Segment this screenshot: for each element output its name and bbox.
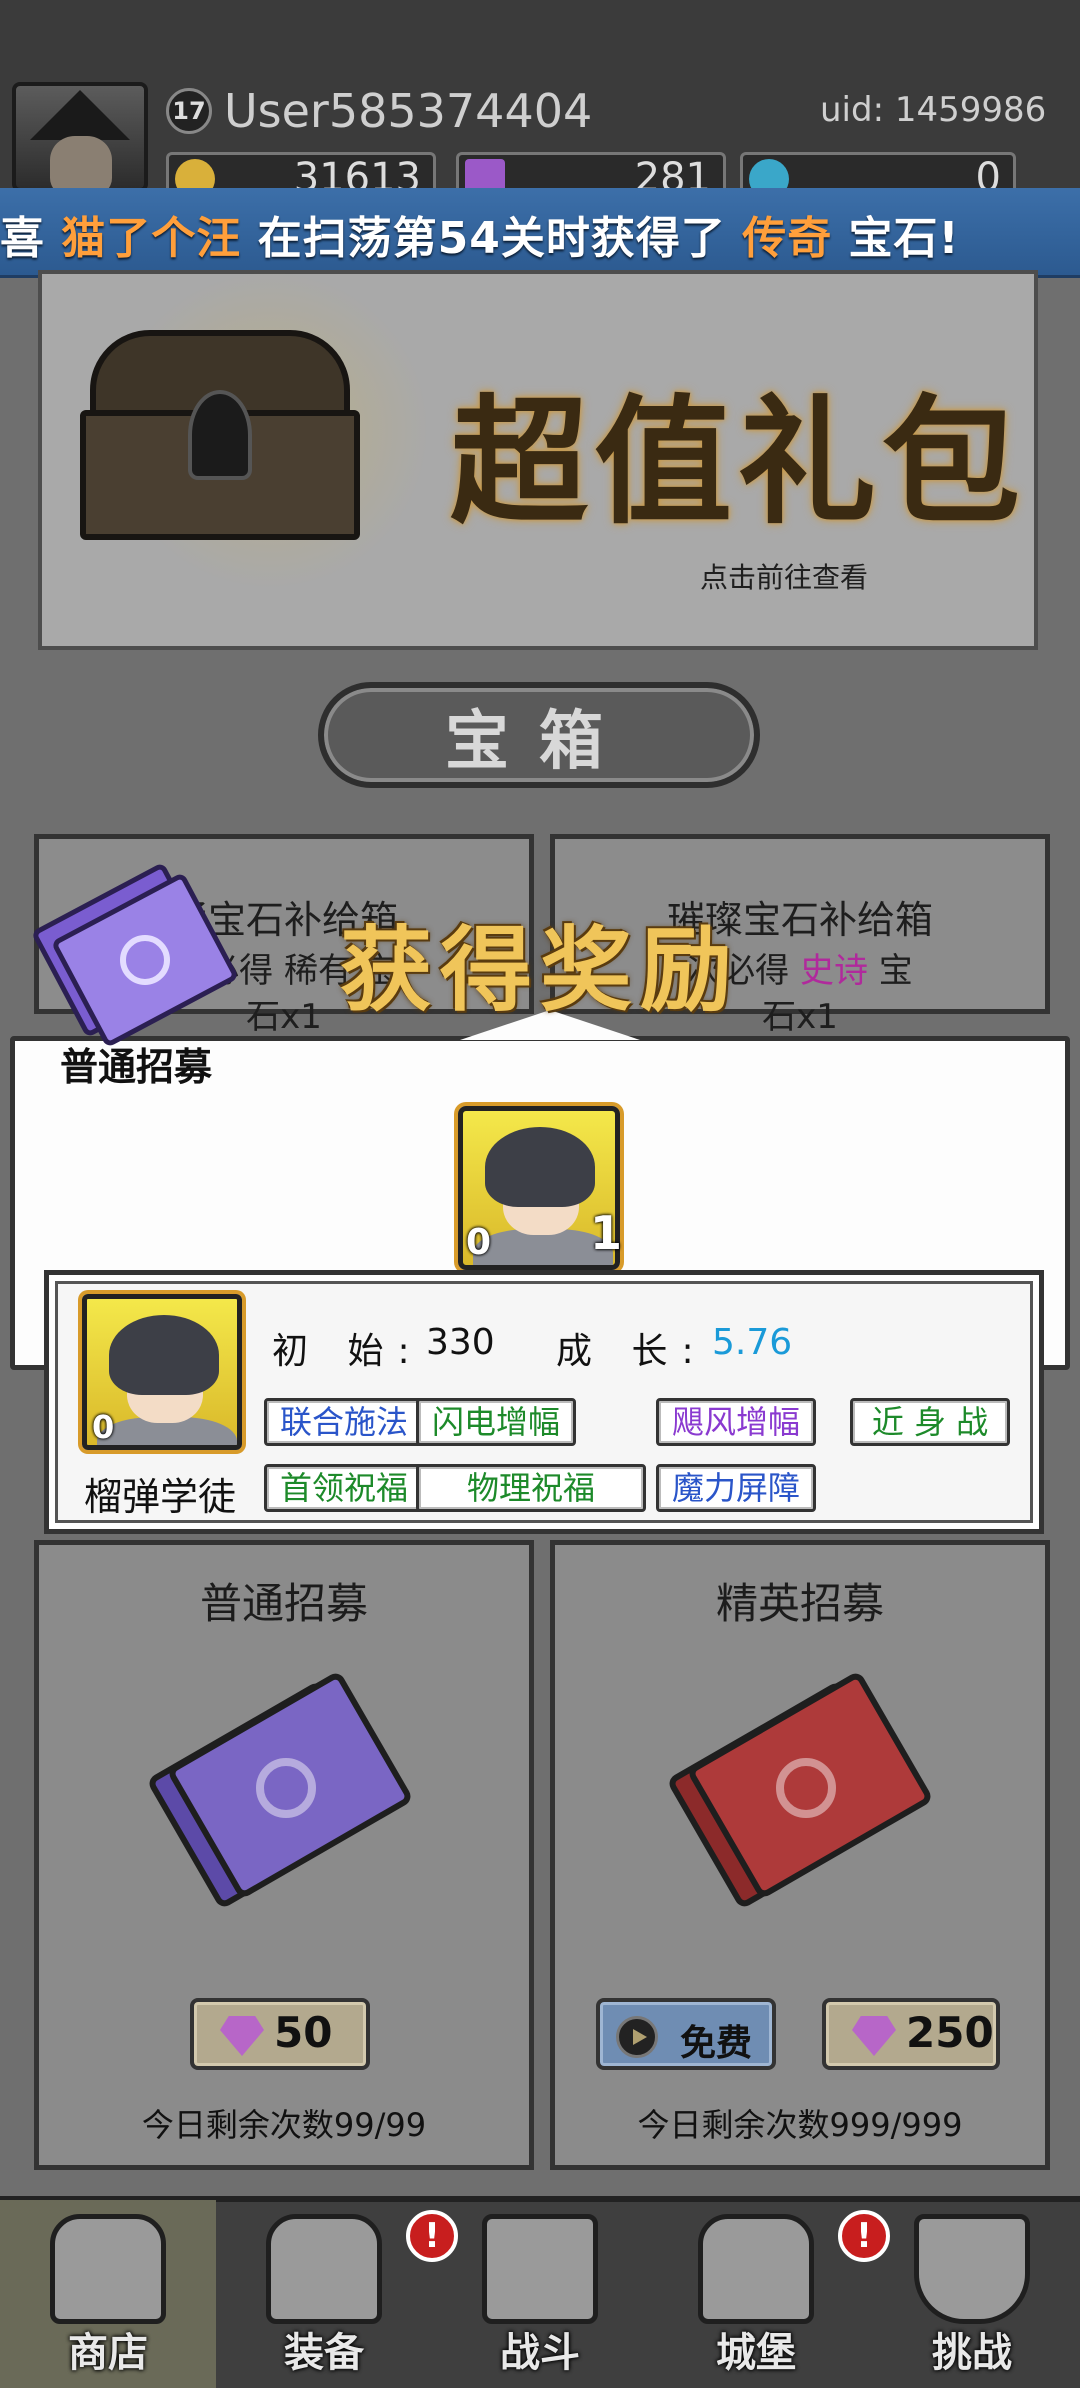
broadcast-player: 猫了个汪: [61, 213, 242, 264]
skill-tag[interactable]: 飓风增幅: [656, 1398, 816, 1446]
reward-title: 获得奖励: [340, 917, 741, 1024]
reward-hero-quantity: 1: [590, 1206, 623, 1260]
red-ticket-icon: [665, 1670, 935, 1910]
nav-label: 商店: [68, 2330, 148, 2376]
shield-icon: [914, 2214, 1030, 2324]
broadcast-banner: 喜 猫了个汪 在扫荡第54关时获得了 传奇 宝石!: [0, 188, 1080, 278]
crossed-swords-icon: [482, 2214, 598, 2324]
gem-icon: [220, 2016, 264, 2056]
broadcast-prefix: 喜: [0, 213, 62, 264]
uid: uid: 1459986: [820, 90, 1047, 130]
gem-icon: [852, 2016, 896, 2056]
nav-label: 城堡: [716, 2330, 796, 2376]
free-label: 免费: [680, 2023, 753, 2064]
hero-name: 榴弹学徒: [84, 1475, 237, 1519]
nav-challenge[interactable]: 挑战: [864, 2200, 1080, 2388]
backpack-icon: [266, 2214, 382, 2324]
skill-tag[interactable]: 闪电增幅: [416, 1398, 576, 1446]
level-badge: 17: [166, 88, 212, 134]
skill-tag[interactable]: 首领祝福: [264, 1464, 424, 1512]
purple-ticket-icon: [145, 1670, 415, 1910]
hero-hair: [485, 1127, 595, 1207]
skill-tag[interactable]: 魔力屏障: [656, 1464, 816, 1512]
stat-initial-label: 初 始:: [272, 1331, 424, 1372]
skill-tag[interactable]: 物理祝福: [416, 1464, 646, 1512]
avatar-face: [50, 136, 112, 188]
username: User585374404: [224, 84, 593, 138]
hero-detail-star-count: 0: [92, 1408, 115, 1446]
broadcast-item: 传奇: [742, 213, 833, 264]
normal-recruit-title: 普通招募: [199, 1579, 368, 1628]
player-avatar[interactable]: [12, 82, 148, 192]
recruit-ticket-icon: [30, 861, 240, 1060]
nav-equipment[interactable]: 装备: [216, 2200, 432, 2388]
reward-hero-star-count: 0: [466, 1222, 492, 1263]
nav-shop[interactable]: 商店: [0, 2200, 216, 2388]
broadcast-suffix: 宝石!: [832, 213, 960, 264]
treasure-chest-icon: [70, 270, 430, 590]
reward-ticket-label: 普通招募: [60, 1045, 213, 1089]
normal-recruit-remaining: 今日剩余次数99/99: [141, 2106, 427, 2144]
lock-icon: [188, 390, 252, 480]
castle-icon: [698, 2214, 814, 2324]
skill-tag[interactable]: 联合施法: [264, 1398, 424, 1446]
nav-label: 挑战: [932, 2330, 1012, 2376]
elite-recruit-remaining: 今日剩余次数999/999: [637, 2106, 963, 2144]
stat-initial-value: 330: [426, 1322, 495, 1363]
broadcast-middle: 在扫荡第54关时获得了: [241, 213, 743, 264]
play-video-icon: [616, 2016, 658, 2058]
elite-recruit-price: 250: [906, 2008, 994, 2057]
stat-growth-label: 成 长:: [556, 1331, 708, 1372]
elite-recruit-buy-button[interactable]: 250: [822, 1998, 1000, 2070]
normal-recruit-buy-button[interactable]: 50: [190, 1998, 370, 2070]
gift-pack-hint[interactable]: 点击前往查看: [700, 556, 868, 596]
broadcast-text: 喜 猫了个汪 在扫荡第54关时获得了 传奇 宝石!: [0, 202, 960, 266]
normal-recruit-price: 50: [274, 2008, 333, 2057]
elite-recruit-free-button[interactable]: 免费: [596, 1998, 776, 2070]
nav-castle[interactable]: 城堡: [648, 2200, 864, 2388]
skill-tag[interactable]: 近 身 战: [850, 1398, 1010, 1446]
stat-growth-value: 5.76: [712, 1322, 793, 1363]
nav-label: 战斗: [500, 2330, 580, 2376]
chest-card-sub-post: 宝: [868, 951, 913, 991]
gift-pack-title: 超值礼包: [450, 382, 1027, 543]
nav-label: 装备: [284, 2330, 364, 2376]
shop-icon: [50, 2214, 166, 2324]
wizard-hat-icon: [30, 90, 130, 140]
elite-recruit-title: 精英招募: [715, 1579, 884, 1628]
chest-section-title: 宝箱: [445, 705, 633, 779]
nav-battle[interactable]: 战斗: [432, 2200, 648, 2388]
epic-label: 史诗: [800, 951, 868, 991]
